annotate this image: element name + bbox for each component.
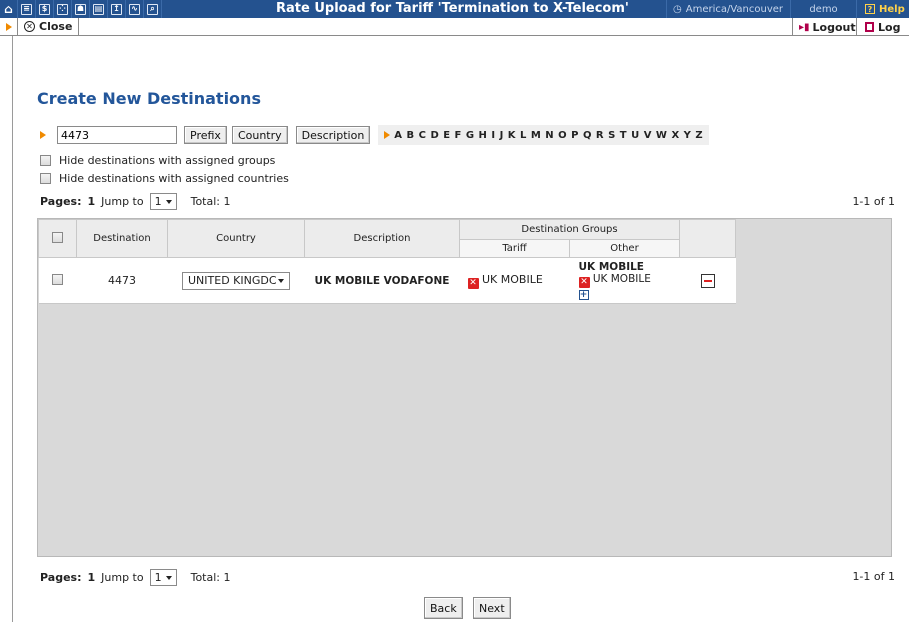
- jump-label: Jump to: [101, 571, 144, 584]
- header-destination-groups: Destination Groups: [459, 219, 680, 240]
- page-title: Create New Destinations: [37, 89, 261, 108]
- row-tariff-cell: ✕ UK MOBILE: [459, 257, 570, 304]
- help-label: Help: [879, 3, 905, 15]
- close-label: Close: [39, 20, 73, 33]
- country-select[interactable]: UNITED KINGDC: [182, 271, 290, 290]
- arrow-right-icon: [0, 17, 18, 36]
- pages-label: Pages:: [40, 195, 82, 208]
- action-toolbar: ✕ Close ▸▮ Logout Log: [0, 17, 909, 36]
- user-link[interactable]: demo: [790, 0, 856, 18]
- jump-select[interactable]: 1: [149, 569, 177, 586]
- next-button[interactable]: Next: [473, 597, 511, 619]
- filter-bar: Prefix Country Description A B C D E F G…: [40, 125, 710, 145]
- close-button[interactable]: ✕ Close: [18, 17, 80, 36]
- top-toolbar: ⌂ ≡ $ ⁘ ☗ ▤ ↥ ∿ ⌕ Rate Upload for Tariff…: [0, 0, 909, 18]
- range-bottom: 1-1 of 1: [852, 570, 895, 583]
- row-select-cell: [38, 257, 77, 304]
- logout-icon: ▸▮: [799, 21, 810, 33]
- chevron-down-icon: [278, 278, 284, 283]
- header-other: Other: [569, 239, 680, 258]
- log-label: Log: [878, 20, 901, 34]
- pager-top: Pages: 1 Jump to 1 Total: 1: [40, 193, 231, 210]
- header-description: Description: [304, 219, 460, 258]
- upload-icon[interactable]: ↥: [108, 0, 126, 18]
- row-description: UK MOBILE VODAFONE: [304, 257, 460, 304]
- select-all-checkbox[interactable]: [52, 231, 63, 243]
- country-value: UNITED KINGDC: [188, 274, 277, 287]
- current-page: 1: [87, 195, 96, 208]
- header-actions: [679, 219, 736, 258]
- header-country: Country: [167, 219, 305, 258]
- chevron-down-icon: [165, 199, 172, 204]
- person-icon[interactable]: ☗: [72, 0, 90, 18]
- row-destination: 4473: [76, 257, 168, 304]
- clock-icon: ◷: [673, 3, 682, 15]
- log-icon: [865, 22, 874, 32]
- alphabet-filter[interactable]: A B C D E F G H I J K L M N O P Q R S T …: [378, 125, 710, 145]
- country-button[interactable]: Country: [231, 126, 288, 144]
- total-count: Total: 1: [190, 195, 231, 208]
- hide-groups-checkbox[interactable]: [40, 155, 51, 166]
- alphabet-letters[interactable]: A B C D E F G H I J K L M N O P Q R S T …: [394, 130, 703, 141]
- header-destination: Destination: [76, 219, 168, 258]
- prefix-button[interactable]: Prefix: [184, 126, 227, 144]
- back-button[interactable]: Back: [424, 597, 463, 619]
- chart-icon[interactable]: ∿: [126, 0, 144, 18]
- filter-input[interactable]: [57, 126, 177, 144]
- window-title: Rate Upload for Tariff 'Termination to X…: [276, 1, 629, 16]
- total-count: Total: 1: [190, 571, 231, 584]
- add-group-icon[interactable]: +: [578, 290, 589, 300]
- jump-value: 1: [154, 571, 162, 584]
- arrow-right-icon: [384, 131, 391, 139]
- help-link[interactable]: ? Help: [856, 0, 909, 18]
- remove-group-icon[interactable]: ✕: [578, 277, 590, 288]
- range-top: 1-1 of 1: [852, 195, 895, 208]
- select-all-header: [38, 219, 77, 258]
- other-group-title: UK MOBILE: [578, 261, 644, 273]
- logout-label: Logout: [812, 20, 856, 34]
- row-checkbox[interactable]: [52, 273, 63, 285]
- hide-countries-option[interactable]: Hide destinations with assigned countrie…: [40, 172, 289, 185]
- dollar-icon[interactable]: $: [36, 0, 54, 18]
- timezone-link[interactable]: ◷ America/Vancouver: [666, 0, 790, 18]
- description-button[interactable]: Description: [295, 126, 371, 144]
- row-remove-cell: [679, 257, 736, 304]
- other-group-name: UK MOBILE: [592, 273, 651, 285]
- help-icon: ?: [865, 4, 875, 14]
- list-icon[interactable]: ≡: [18, 0, 36, 18]
- row-other-cell: UK MOBILE ✕ UK MOBILE +: [569, 257, 680, 304]
- jump-label: Jump to: [101, 195, 144, 208]
- pages-label: Pages:: [40, 571, 82, 584]
- grid-icon[interactable]: ⁘: [54, 0, 72, 18]
- table-row: 4473 UNITED KINGDC UK MOBILE VODAFONE ✕ …: [38, 257, 736, 304]
- jump-value: 1: [154, 195, 162, 208]
- hide-groups-label: Hide destinations with assigned groups: [59, 154, 276, 167]
- search-icon[interactable]: ⌕: [144, 0, 162, 18]
- remove-row-icon[interactable]: [700, 273, 715, 288]
- logout-button[interactable]: ▸▮ Logout: [792, 18, 856, 36]
- arrow-right-icon: [40, 131, 46, 139]
- row-country-cell: UNITED KINGDC: [167, 257, 305, 304]
- log-button[interactable]: Log: [856, 18, 909, 36]
- jump-select[interactable]: 1: [149, 193, 177, 210]
- close-icon: ✕: [24, 21, 35, 32]
- tariff-group-name: UK MOBILE: [482, 272, 543, 286]
- destinations-table-area: Destination Country Description Destinat…: [37, 218, 892, 557]
- pager-bottom: Pages: 1 Jump to 1 Total: 1: [40, 569, 231, 586]
- hide-groups-option[interactable]: Hide destinations with assigned groups: [40, 154, 275, 167]
- hide-countries-checkbox[interactable]: [40, 173, 51, 184]
- left-divider: [12, 36, 13, 622]
- remove-group-icon[interactable]: ✕: [467, 277, 479, 289]
- timezone-label: America/Vancouver: [685, 3, 784, 15]
- destinations-table: Destination Country Description Destinat…: [38, 219, 736, 304]
- home-icon[interactable]: ⌂: [0, 0, 18, 18]
- current-page: 1: [87, 571, 96, 584]
- header-tariff: Tariff: [459, 239, 570, 258]
- hide-countries-label: Hide destinations with assigned countrie…: [59, 172, 289, 185]
- chevron-down-icon: [165, 575, 172, 580]
- rates-icon[interactable]: ▤: [90, 0, 108, 18]
